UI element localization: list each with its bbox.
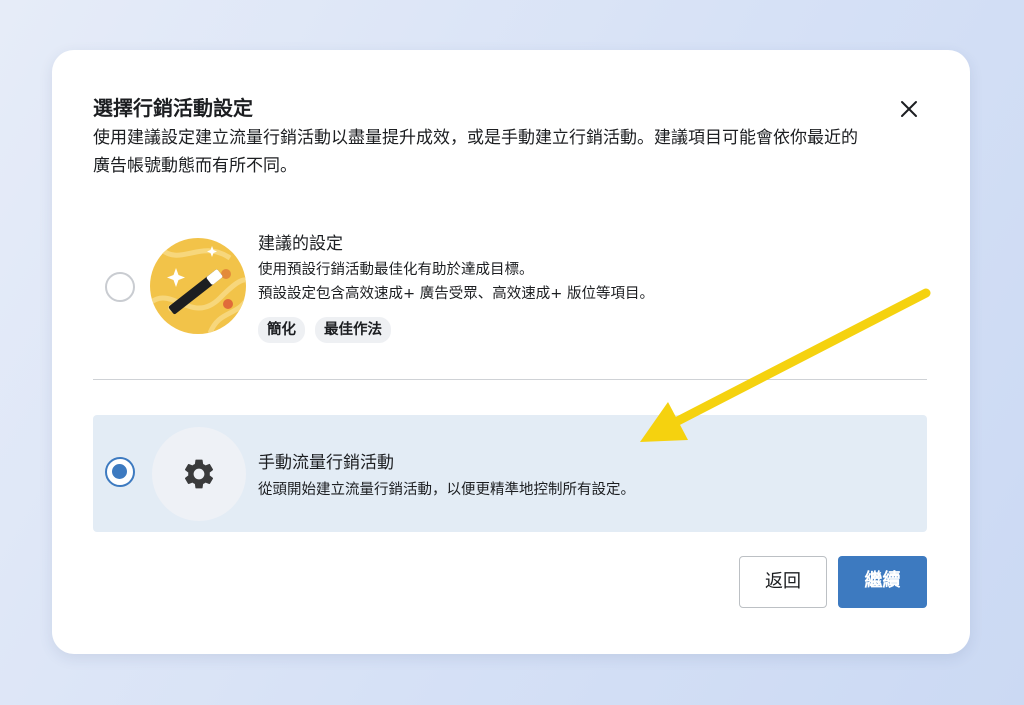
radio-manual-traffic-campaign[interactable] [105,457,135,487]
manual-traffic-campaign-desc: 從頭開始建立流量行銷活動，以便更精準地控制所有設定。 [258,482,635,498]
back-button[interactable]: 返回 [739,556,827,608]
close-icon [901,101,917,117]
radio-selected-dot [112,464,127,479]
continue-button[interactable]: 繼續 [838,556,927,608]
tag-best-practice: 最佳作法 [315,317,391,343]
manual-traffic-campaign-title: 手動流量行銷活動 [258,453,394,473]
gear-icon [184,459,214,489]
dialog-description: 使用建議設定建立流量行銷活動以盡量提升成效，或是手動建立行銷活動。建議項目可能會… [93,128,858,176]
dialog-title: 選擇行銷活動設定 [93,96,253,120]
recommended-settings-title: 建議的設定 [258,234,343,254]
divider [93,379,927,380]
gear-icon-container [152,427,246,521]
close-button[interactable] [894,94,924,124]
campaign-settings-dialog: 選擇行銷活動設定 使用建議設定建立流量行銷活動以盡量提升成效，或是手動建立行銷活… [52,50,970,654]
recommended-settings-desc-1: 使用預設行銷活動最佳化有助於達成目標。 [258,262,534,278]
option-manual-traffic-campaign[interactable]: 手動流量行銷活動 從頭開始建立流量行銷活動，以便更精準地控制所有設定。 [93,415,927,532]
recommended-settings-desc-2: 預設設定包含高效速成+ 廣告受眾、高效速成+ 版位等項目。 [258,286,655,302]
radio-recommended-settings[interactable] [105,272,135,302]
magic-wand-icon [150,238,246,334]
tag-simplified: 簡化 [258,317,305,343]
recommended-settings-tags: 簡化 最佳作法 [258,317,391,343]
